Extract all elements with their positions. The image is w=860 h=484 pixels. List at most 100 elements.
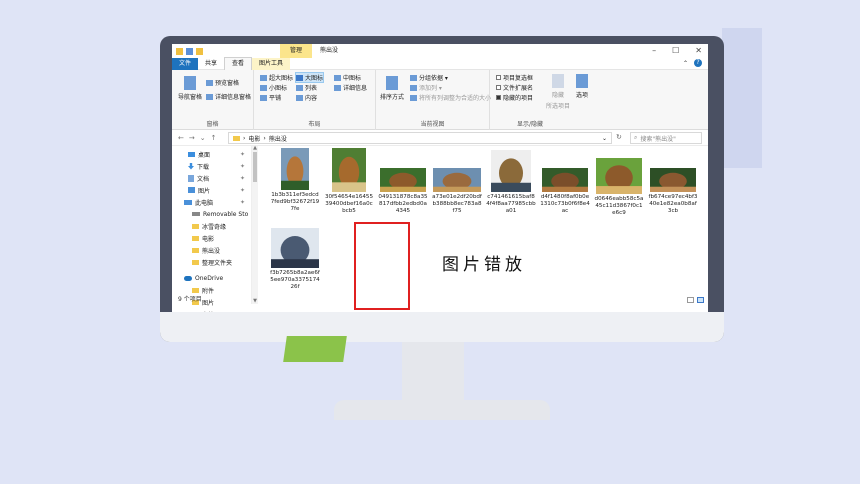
folder-icon — [192, 223, 199, 229]
pin-icon[interactable]: ✦ — [240, 199, 245, 206]
nav-item[interactable]: 此电脑 ✦ — [172, 196, 251, 208]
pin-icon[interactable]: ✦ — [240, 187, 245, 194]
ribbon-group-show-hide: 项目复选框 文件扩展名 隐藏的项目 隐藏 所选项目 选项 显示/隐藏 — [490, 70, 600, 130]
preview-pane-icon — [206, 79, 213, 86]
preview-pane-button[interactable]: 预览窗格 — [206, 78, 239, 87]
extensions-toggle[interactable]: 文件扩展名 — [496, 83, 533, 92]
sort-by-button[interactable]: 排序方式 — [380, 76, 404, 101]
nav-item-label: 电影 — [202, 235, 215, 243]
layout-list[interactable]: 列表 — [296, 83, 317, 92]
nav-item-label: OneDrive — [195, 274, 224, 282]
refresh-icon[interactable]: ↻ — [616, 133, 622, 141]
options-button[interactable]: 选项 — [576, 74, 588, 99]
nav-item-label: 熊出没 — [202, 247, 221, 255]
nav-item-label: 文档 — [197, 175, 210, 183]
address-dropdown-icon[interactable]: ⌄ — [602, 135, 607, 142]
nav-item[interactable]: 下载 ✦ — [172, 160, 251, 172]
up-button[interactable]: ↑ — [211, 134, 217, 142]
tab-share[interactable]: 共享 — [198, 58, 224, 70]
group-icon — [410, 74, 417, 81]
address-bar[interactable]: › 电影 › 熊出没 ⌄ — [228, 132, 612, 144]
file-item[interactable]: d4f1480f8af0b0e1310c73b0f6f8e4ac — [538, 168, 592, 215]
nav-item[interactable]: 文档 — [172, 308, 251, 312]
file-item[interactable]: 30f54654e1645539400dbef16a0cbcb5 — [322, 148, 376, 215]
layout-large-icons[interactable]: 大图标 — [294, 72, 325, 83]
list-icon — [296, 84, 303, 91]
nav-item[interactable]: 电影 — [172, 232, 251, 244]
nav-item[interactable]: 熊出没 — [172, 244, 251, 256]
item-checkbox-toggle[interactable]: 项目复选框 — [496, 73, 533, 82]
tab-manage[interactable]: 管理 — [280, 44, 312, 58]
nav-pane-button[interactable]: 导航窗格 — [178, 76, 202, 101]
pin-icon[interactable]: ✦ — [240, 163, 245, 170]
file-item[interactable]: fb674ce97ec4bf340e1e82ea0b8af3cb — [646, 168, 700, 215]
new-folder-icon[interactable] — [196, 47, 203, 55]
details-pane-button[interactable]: 详细信息窗格 — [206, 92, 251, 101]
folder-icon — [192, 311, 199, 312]
monitor-chin — [160, 312, 724, 342]
search-input[interactable]: ⌕ 搜索"熊出没" — [630, 132, 702, 144]
breadcrumb-movies[interactable]: 电影 — [248, 134, 260, 143]
group-by-button[interactable]: 分组依据 ▾ — [410, 73, 448, 82]
nav-item[interactable]: 冰雪奇缘 — [172, 220, 251, 232]
minimize-button[interactable]: – — [652, 44, 656, 58]
pin-icon[interactable]: ✦ — [240, 175, 245, 182]
nav-item[interactable]: Removable Sto — [172, 208, 251, 220]
window-title: 熊出没 — [320, 47, 339, 54]
image-thumbnail — [596, 158, 642, 194]
file-name: 049131878c8a35817dfbb2edbd0a4345 — [378, 194, 428, 214]
file-item[interactable]: 1b3b311ef3edcd7fed9bf32672f197fe — [268, 148, 322, 213]
grid-icon — [334, 74, 341, 81]
add-column-button[interactable]: 添加列 ▾ — [410, 83, 442, 92]
layout-details[interactable]: 详细信息 — [334, 83, 367, 92]
document-icon — [188, 174, 194, 182]
folder-icon — [192, 287, 199, 293]
collapse-ribbon-icon[interactable]: ⌃ — [683, 60, 688, 67]
layout-small-icons[interactable]: 小图标 — [260, 83, 287, 92]
hidden-items-toggle[interactable]: 隐藏的项目 — [496, 93, 533, 102]
file-item[interactable]: c741461615baf84f4f8aa77985cbba01 — [484, 150, 538, 215]
layout-tiles[interactable]: 平铺 — [260, 93, 281, 102]
item-count: 9 个项目 — [178, 296, 202, 303]
forward-button[interactable]: → — [189, 134, 195, 142]
file-item[interactable]: a73e01e2df20bdfb388bb8ec783a8f75 — [430, 168, 484, 215]
tab-picture-tools[interactable]: 图片工具 — [252, 57, 291, 70]
maximize-button[interactable]: ☐ — [672, 44, 679, 58]
file-item[interactable]: d0646eabb58c5a45c11d3867f0c1e6c9 — [592, 158, 646, 217]
layout-xlarge-icons[interactable]: 超大图标 — [260, 73, 293, 82]
layout-content[interactable]: 内容 — [296, 93, 317, 102]
close-button[interactable]: ✕ — [695, 44, 702, 58]
cloud-icon — [184, 275, 192, 281]
fit-columns-button[interactable]: 将所有列调整为合适的大小 — [410, 93, 491, 102]
large-icons-view-icon[interactable] — [697, 297, 704, 303]
navigation-pane: 桌面 ✦ 下载 ✦ 文档 ✦ 图片 ✦ 此电脑 ✦ Removable Sto 冰雪奇缘 电影 熊出没 整理… — [172, 146, 252, 312]
nav-item-label: 下载 — [197, 163, 210, 171]
file-name: 30f54654e1645539400dbef16a0cbcb5 — [324, 194, 374, 214]
nav-item[interactable]: 整理文件夹 — [172, 256, 251, 268]
nav-item[interactable]: 图片 ✦ — [172, 184, 251, 196]
image-thumbnail — [433, 168, 481, 192]
file-item[interactable]: f3b7265b8a2ae6f5ee970a337517426f — [268, 228, 322, 291]
ribbon-group-panes: 导航窗格 预览窗格 详细信息窗格 窗格 — [172, 70, 254, 130]
file-name: f3b7265b8a2ae6f5ee970a337517426f — [270, 270, 320, 290]
nav-item[interactable]: 桌面 ✦ — [172, 148, 251, 160]
download-icon — [188, 162, 194, 170]
recent-button[interactable]: ⌄ — [200, 134, 206, 142]
help-icon[interactable]: ? — [694, 59, 702, 67]
breadcrumb-boonie-bears[interactable]: 熊出没 — [269, 134, 287, 143]
details-view-icon[interactable] — [687, 297, 694, 303]
folder-icon[interactable] — [176, 47, 183, 55]
scrollbar-thumb[interactable] — [253, 152, 257, 182]
pin-icon[interactable]: ✦ — [240, 151, 245, 158]
layout-medium-icons[interactable]: 中图标 — [334, 73, 361, 82]
nav-item[interactable]: OneDrive — [172, 272, 251, 284]
tab-file[interactable]: 文件 — [172, 57, 198, 70]
content-body: 桌面 ✦ 下载 ✦ 文档 ✦ 图片 ✦ 此电脑 ✦ Removable Sto 冰雪奇缘 电影 熊出没 整理… — [172, 145, 708, 312]
image-thumbnail — [380, 168, 426, 192]
back-button[interactable]: ← — [178, 134, 184, 142]
file-item[interactable]: 049131878c8a35817dfbb2edbd0a4345 — [376, 168, 430, 215]
nav-item[interactable]: 文档 ✦ — [172, 172, 251, 184]
hide-selected-button[interactable]: 隐藏 所选项目 — [546, 74, 570, 110]
tab-view[interactable]: 查看 — [224, 57, 253, 70]
properties-icon[interactable] — [186, 47, 193, 55]
